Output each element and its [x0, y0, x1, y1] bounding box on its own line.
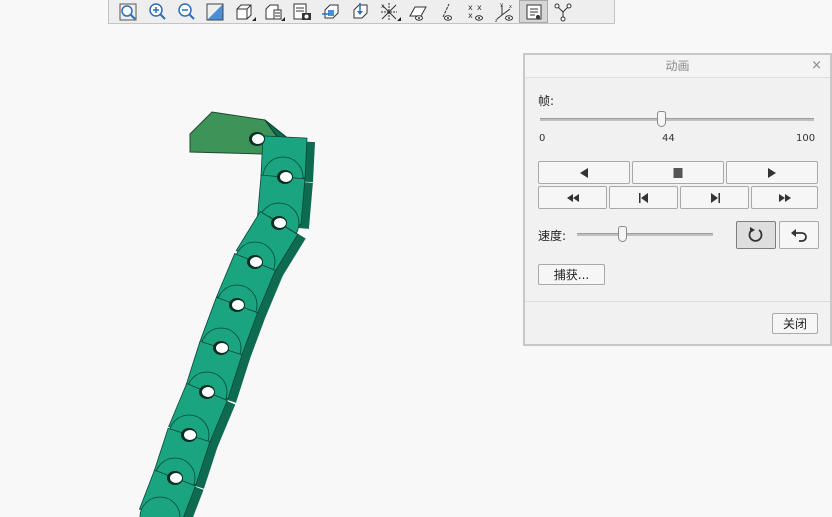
- chain-hole-inner: [232, 300, 244, 310]
- play-forward-icon: [768, 167, 776, 178]
- stop-button[interactable]: [632, 161, 724, 184]
- frame-label: 帧:: [538, 94, 555, 108]
- frame-slider-track[interactable]: [540, 118, 814, 121]
- step-forward-button[interactable]: [680, 186, 749, 209]
- frame-max-label: 100: [796, 133, 816, 144]
- speed-label: 速度:: [538, 229, 567, 243]
- rewind-button[interactable]: [538, 186, 607, 209]
- chain-hole-inner: [202, 387, 214, 397]
- chain-hole-inner: [184, 430, 196, 440]
- step-forward-icon: [710, 192, 720, 203]
- chain-hole-inner: [216, 343, 228, 353]
- dialog-title-bar: 动画 ×: [525, 55, 830, 78]
- speed-slider-thumb[interactable]: [617, 226, 627, 242]
- animation-dialog: 动画 × 帧: 0 44 100 速度: 捕获... 关闭: [523, 53, 832, 346]
- frame-min-label: 0: [539, 133, 546, 144]
- play-backward-icon: [580, 167, 588, 178]
- speed-slider-track[interactable]: [577, 233, 713, 236]
- frame-slider-thumb[interactable]: [656, 111, 666, 127]
- chain-hole-inner: [250, 257, 262, 267]
- close-label: 关闭: [782, 317, 807, 331]
- chain-hole-inner: [170, 473, 182, 483]
- close-icon[interactable]: ×: [811, 55, 822, 77]
- loop-button[interactable]: [736, 221, 776, 249]
- reverse-button[interactable]: [779, 221, 819, 249]
- fast-forward-icon: [778, 193, 791, 202]
- dialog-divider: [525, 301, 830, 302]
- reverse-icon: [791, 229, 807, 242]
- play-forward-button[interactable]: [726, 161, 818, 184]
- step-backward-icon: [638, 192, 648, 203]
- capture-button[interactable]: 捕获...: [538, 264, 605, 285]
- loop-icon: [748, 227, 763, 242]
- rewind-icon: [566, 193, 579, 202]
- play-backward-button[interactable]: [538, 161, 630, 184]
- close-button[interactable]: 关闭: [772, 313, 818, 334]
- frame-value-label: 44: [662, 133, 675, 144]
- fast-forward-button[interactable]: [751, 186, 818, 209]
- chain-links: [138, 135, 315, 517]
- step-backward-button[interactable]: [609, 186, 678, 209]
- chain-hole-inner: [274, 218, 286, 228]
- dialog-title: 动画: [665, 59, 690, 73]
- capture-label: 捕获...: [553, 268, 590, 282]
- chain-hole-inner: [280, 172, 292, 182]
- chain-hole-inner: [252, 134, 264, 144]
- stop-icon: [673, 167, 683, 178]
